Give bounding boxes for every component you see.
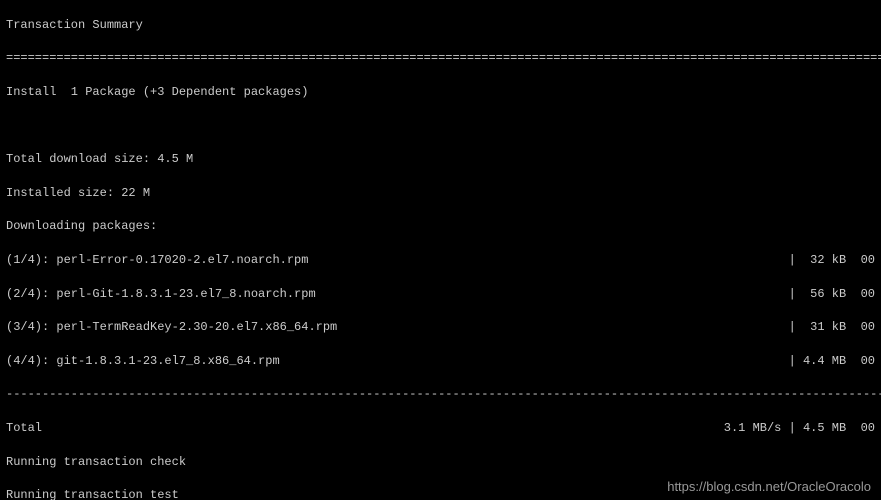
section-title: Transaction Summary (6, 17, 875, 34)
total-label: Total (6, 420, 42, 437)
total-stat: 3.1 MB/s | 4.5 MB 00 (724, 420, 875, 437)
download-row: (4/4): git-1.8.3.1-23.el7_8.x86_64.rpm | … (6, 353, 875, 370)
download-row: (3/4): perl-TermReadKey-2.30-20.el7.x86_… (6, 319, 875, 336)
download-name: (1/4): perl-Error-0.17020-2.el7.noarch.r… (6, 252, 308, 269)
install-summary: Install 1 Package (+3 Dependent packages… (6, 84, 875, 101)
divider-dash: ----------------------------------------… (6, 386, 875, 403)
blank-line (6, 118, 875, 135)
download-row: (2/4): perl-Git-1.8.3.1-23.el7_8.noarch.… (6, 286, 875, 303)
trans-check: Running transaction check (6, 454, 875, 471)
download-stat: | 4.4 MB 00 (789, 353, 875, 370)
download-stat: | 31 kB 00 (789, 319, 875, 336)
watermark-text: https://blog.csdn.net/OracleOracolo (667, 478, 871, 496)
download-stat: | 32 kB 00 (789, 252, 875, 269)
divider-double: ========================================… (6, 50, 875, 67)
total-row: Total 3.1 MB/s | 4.5 MB 00 (6, 420, 875, 437)
download-row: (1/4): perl-Error-0.17020-2.el7.noarch.r… (6, 252, 875, 269)
terminal-window[interactable]: Transaction Summary ====================… (0, 0, 881, 500)
download-name: (3/4): perl-TermReadKey-2.30-20.el7.x86_… (6, 319, 337, 336)
download-name: (2/4): perl-Git-1.8.3.1-23.el7_8.noarch.… (6, 286, 316, 303)
downloading-label: Downloading packages: (6, 218, 875, 235)
download-stat: | 56 kB 00 (789, 286, 875, 303)
download-size: Total download size: 4.5 M (6, 151, 875, 168)
download-name: (4/4): git-1.8.3.1-23.el7_8.x86_64.rpm (6, 353, 280, 370)
installed-size: Installed size: 22 M (6, 185, 875, 202)
